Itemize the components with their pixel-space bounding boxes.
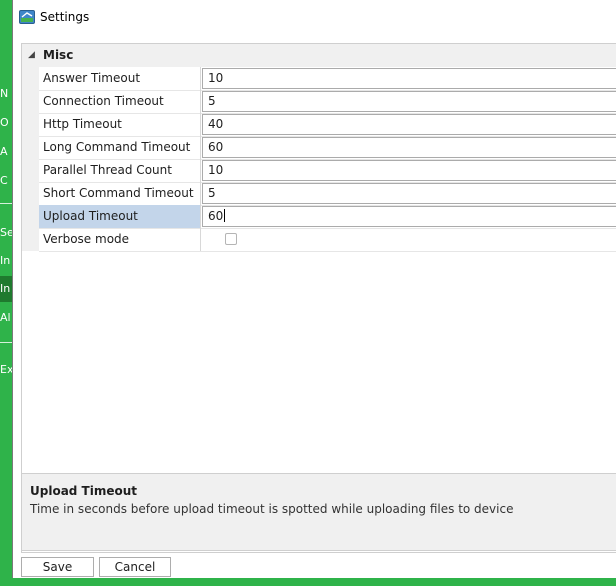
background-nav-item: N: [0, 87, 9, 100]
verbose-mode-checkbox[interactable]: [225, 233, 237, 245]
background-app-bottom: [0, 578, 616, 586]
dialog-title: Settings: [40, 10, 90, 24]
background-nav-separator: [0, 203, 12, 204]
background-nav-item: In: [0, 254, 11, 267]
background-nav-separator: [0, 342, 12, 343]
property-name[interactable]: Http Timeout: [39, 113, 201, 136]
property-row-parallel-thread-count[interactable]: Parallel Thread Count 10: [39, 159, 616, 183]
grid-gutter: [22, 67, 39, 251]
save-button[interactable]: Save: [21, 557, 94, 577]
property-name[interactable]: Verbose mode: [39, 228, 201, 251]
property-name[interactable]: Connection Timeout: [39, 90, 201, 113]
text-caret: [224, 209, 226, 222]
background-nav-item: In: [0, 282, 11, 295]
property-row-long-command-timeout[interactable]: Long Command Timeout 60: [39, 136, 616, 160]
settings-dialog: Settings ◢ Misc Answer Timeout 10 Connec…: [12, 0, 616, 578]
property-row-connection-timeout[interactable]: Connection Timeout 5: [39, 90, 616, 114]
background-nav-item: O: [0, 116, 9, 129]
background-nav-item: Ex: [0, 363, 12, 376]
property-row-verbose-mode[interactable]: Verbose mode: [39, 228, 616, 252]
short-command-timeout-input[interactable]: 5: [202, 183, 616, 204]
background-nav-item: Al: [0, 311, 11, 324]
description-panel: Upload Timeout Time in seconds before up…: [21, 473, 616, 551]
background-app-nav: N O A C Se In In Al Ex: [0, 0, 12, 586]
cancel-button[interactable]: Cancel: [99, 557, 171, 577]
property-name[interactable]: Parallel Thread Count: [39, 159, 201, 182]
long-command-timeout-input[interactable]: 60: [202, 137, 616, 158]
connection-timeout-input[interactable]: 5: [202, 91, 616, 112]
property-name[interactable]: Short Command Timeout: [39, 182, 201, 205]
upload-timeout-value: 60: [208, 209, 224, 223]
property-row-http-timeout[interactable]: Http Timeout 40: [39, 113, 616, 137]
property-row-answer-timeout[interactable]: Answer Timeout 10: [39, 67, 616, 91]
http-timeout-input[interactable]: 40: [202, 114, 616, 135]
background-nav-item: Se: [0, 226, 12, 239]
category-misc[interactable]: ◢ Misc: [22, 44, 616, 67]
property-name[interactable]: Long Command Timeout: [39, 136, 201, 159]
property-name[interactable]: Upload Timeout: [39, 205, 201, 228]
description-text: Time in seconds before upload timeout is…: [30, 502, 514, 516]
property-name[interactable]: Answer Timeout: [39, 67, 201, 90]
background-nav-item: C: [0, 174, 8, 187]
description-title: Upload Timeout: [30, 484, 138, 498]
property-row-upload-timeout[interactable]: Upload Timeout 60: [39, 205, 616, 229]
background-nav-item: A: [0, 145, 8, 158]
category-label: Misc: [43, 48, 74, 62]
parallel-thread-count-input[interactable]: 10: [202, 160, 616, 181]
answer-timeout-input[interactable]: 10: [202, 68, 616, 89]
title-bar[interactable]: Settings: [13, 0, 616, 36]
collapse-triangle-icon[interactable]: ◢: [28, 50, 35, 60]
property-row-short-command-timeout[interactable]: Short Command Timeout 5: [39, 182, 616, 206]
upload-timeout-input[interactable]: 60: [202, 206, 616, 227]
settings-app-icon: [19, 10, 35, 24]
